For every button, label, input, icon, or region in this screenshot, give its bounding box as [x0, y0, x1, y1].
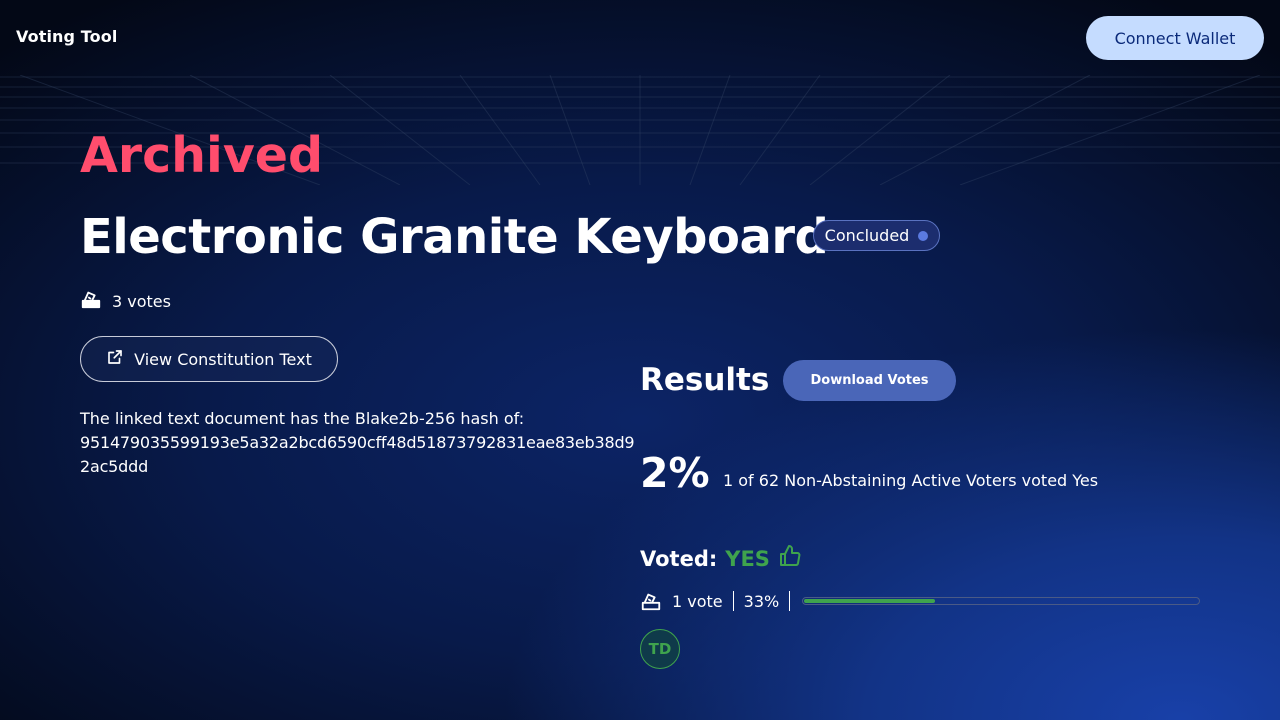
download-votes-button[interactable]: Download Votes — [783, 360, 956, 401]
yes-vote-count: 1 vote — [672, 591, 723, 611]
vote-stats-row: 1 vote 33% — [640, 589, 1200, 613]
voted-label: Voted: — [640, 546, 718, 571]
hash-value: 951479035599193e5a32a2bcd6590cff48d51873… — [80, 433, 635, 476]
archived-heading: Archived — [80, 127, 324, 184]
status-label: Concluded — [824, 226, 910, 245]
vote-progress-bar — [802, 597, 1200, 605]
hash-description: The linked text document has the Blake2b… — [80, 409, 525, 428]
vote-progress-fill — [804, 599, 935, 603]
status-dot-icon — [918, 230, 929, 241]
votes-summary: 3 votes — [80, 288, 171, 314]
connect-wallet-button[interactable]: Connect Wallet — [1086, 16, 1264, 60]
voted-value: YES — [725, 546, 770, 571]
yes-percentage: 2% — [640, 449, 710, 497]
top-bar: Voting Tool Connect Wallet — [0, 0, 1280, 76]
proposal-title: Electronic Granite Keyboard — [80, 209, 829, 265]
proposal-page: Archived Electronic Granite Keyboard Con… — [0, 0, 1280, 720]
percentage-description: 1 of 62 Non-Abstaining Active Voters vot… — [723, 471, 1099, 490]
yes-vote-percent: 33% — [743, 591, 780, 611]
status-badge: Concluded — [813, 220, 940, 251]
external-link-icon — [106, 348, 124, 370]
voted-result: Voted: YES — [640, 544, 802, 573]
ballot-box-icon — [640, 590, 662, 612]
results-heading: Results — [640, 362, 770, 398]
thumbs-up-icon — [778, 544, 802, 573]
brand-logo[interactable]: Voting Tool — [16, 27, 117, 46]
divider — [732, 591, 734, 611]
ballot-box-icon — [80, 288, 102, 314]
view-constitution-button[interactable]: View Constitution Text — [80, 336, 338, 382]
view-constitution-label: View Constitution Text — [134, 349, 312, 369]
divider — [789, 591, 791, 611]
voter-avatar[interactable]: TD — [640, 629, 680, 669]
votes-count: 3 votes — [112, 291, 171, 311]
